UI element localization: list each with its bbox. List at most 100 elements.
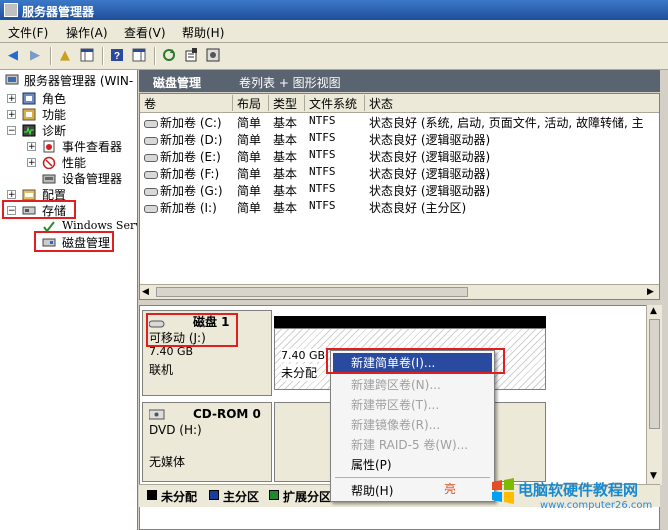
- collapse-storage-icon[interactable]: −: [7, 206, 16, 216]
- legend-extended: 扩展分区: [283, 490, 332, 504]
- tree-configuration[interactable]: 配置: [42, 186, 66, 203]
- scroll-right-icon[interactable]: ▶: [647, 287, 654, 297]
- scroll-thumb[interactable]: [156, 287, 468, 297]
- tree-event-viewer[interactable]: 事件查看器: [62, 138, 122, 155]
- layout-cell: 简单: [237, 133, 262, 147]
- tree-diagnostics[interactable]: 诊断: [42, 122, 66, 139]
- scroll-left-icon[interactable]: ◀: [142, 287, 149, 297]
- volume-name-cell: 新加卷 (C:): [144, 114, 222, 131]
- back-icon[interactable]: ◀: [4, 46, 22, 64]
- menu-bar: 文件(F) 操作(A) 查看(V) 帮助(H): [0, 20, 668, 43]
- context-menu-item[interactable]: 新建带区卷(T)...: [333, 395, 492, 415]
- vertical-scrollbar[interactable]: ▲ ▼: [646, 305, 662, 485]
- layout-cell: 简单: [237, 167, 262, 181]
- refresh-icon[interactable]: [160, 46, 178, 64]
- table-row[interactable]: 新加卷 (G:) 简单 基本 NTFS 状态良好 (逻辑驱动器): [140, 181, 659, 199]
- expand-roles-icon[interactable]: +: [7, 94, 16, 104]
- table-row[interactable]: 新加卷 (E:) 简单 基本 NTFS 状态良好 (逻辑驱动器): [140, 147, 659, 165]
- expand-event-viewer-icon[interactable]: +: [27, 142, 36, 152]
- expand-performance-icon[interactable]: +: [27, 158, 36, 168]
- layout-cell: 简单: [237, 184, 262, 198]
- disk1-info[interactable]: 磁盘 1 可移动 (J:) 7.40 GB 联机: [142, 310, 272, 396]
- tree-storage[interactable]: 存储: [42, 202, 66, 219]
- column-volume[interactable]: 卷: [140, 95, 233, 111]
- console-header: 磁盘管理 卷列表 + 图形视图: [139, 70, 660, 92]
- forward-icon[interactable]: ▶: [26, 46, 44, 64]
- view-mode-label[interactable]: 卷列表 + 图形视图: [239, 74, 341, 91]
- status-cell: 状态良好 (主分区): [369, 201, 467, 215]
- tree-roles[interactable]: 角色: [42, 90, 66, 107]
- table-row[interactable]: 新加卷 (F:) 简单 基本 NTFS 状态良好 (逻辑驱动器): [140, 164, 659, 181]
- show-hide-tree-icon[interactable]: [78, 46, 96, 64]
- table-row[interactable]: 新加卷 (D:) 简单 基本 NTFS 状态良好 (逻辑驱动器): [140, 130, 659, 147]
- app-icon: [4, 3, 18, 17]
- tree-device-manager[interactable]: 设备管理器: [62, 170, 122, 187]
- type-cell: 基本: [273, 133, 298, 147]
- context-menu-item[interactable]: 属性(P): [333, 455, 492, 475]
- fs-cell: NTFS: [309, 114, 336, 127]
- table-row[interactable]: 新加卷 (I:) 简单 基本 NTFS 状态良好 (主分区): [140, 198, 659, 216]
- status-cell: 状态良好 (逻辑驱动器): [369, 167, 491, 181]
- properties-icon[interactable]: [182, 46, 200, 64]
- status-cell: 状态良好 (系统, 启动, 页面文件, 活动, 故障转储, 主: [369, 116, 644, 130]
- context-menu-item[interactable]: 新建跨区卷(N)...: [333, 375, 492, 395]
- disk1-kind: 可移动 (J:): [149, 331, 206, 345]
- cdrom-info[interactable]: CD-ROM 0 DVD (H:) 无媒体: [142, 402, 272, 482]
- column-header-row: 卷 布局 类型 文件系统 状态: [140, 94, 659, 113]
- context-menu-item[interactable]: 新建简单卷(I)...: [333, 353, 492, 373]
- layout-cell: 简单: [237, 201, 262, 215]
- menu-action[interactable]: 操作(A): [66, 24, 108, 41]
- horizontal-scrollbar[interactable]: ◀ ▶: [140, 284, 659, 299]
- tree-windows-backup[interactable]: Windows Serv: [62, 219, 137, 232]
- configuration-icon: [22, 188, 36, 201]
- vertical-scroll-thumb[interactable]: [649, 319, 660, 429]
- column-status[interactable]: 状态: [365, 95, 659, 111]
- disk1-name: 磁盘 1: [193, 315, 230, 329]
- layout-cell: 简单: [237, 150, 262, 164]
- features-icon: [22, 108, 36, 121]
- roles-icon: [22, 92, 36, 105]
- diagnostics-icon: [22, 124, 36, 137]
- watermark-brand: 电脑软硬件教程网: [518, 481, 639, 499]
- expand-features-icon[interactable]: +: [7, 110, 16, 120]
- column-file-system[interactable]: 文件系统: [305, 95, 365, 111]
- windows-logo-icon: [490, 478, 516, 507]
- context-menu-item[interactable]: 新建镜像卷(R)...: [333, 415, 492, 435]
- tree-performance[interactable]: 性能: [62, 154, 86, 171]
- cdrom-name: CD-ROM 0: [193, 407, 261, 421]
- status-cell: 状态良好 (逻辑驱动器): [369, 184, 491, 198]
- volume-icon: [144, 187, 158, 196]
- column-type[interactable]: 类型: [269, 95, 305, 111]
- volume-icon: [144, 136, 158, 145]
- volume-icon: [144, 119, 158, 128]
- settings-icon[interactable]: [204, 46, 222, 64]
- menu-file[interactable]: 文件(F): [8, 24, 48, 41]
- tree-disk-management[interactable]: 磁盘管理: [62, 234, 110, 251]
- scroll-up-icon[interactable]: ▲: [650, 306, 657, 316]
- legend-extended-swatch: [269, 490, 279, 500]
- properties-view-icon[interactable]: [130, 46, 148, 64]
- volume-name-cell: 新加卷 (G:): [144, 182, 223, 199]
- fs-cell: NTFS: [309, 182, 336, 195]
- expand-configuration-icon[interactable]: +: [7, 190, 16, 200]
- table-row[interactable]: 新加卷 (C:) 简单 基本 NTFS 状态良好 (系统, 启动, 页面文件, 活动, …: [140, 113, 659, 131]
- context-menu-item[interactable]: 新建 RAID-5 卷(W)...: [333, 435, 492, 455]
- volume-name-cell: 新加卷 (I:): [144, 199, 217, 216]
- partition-size: 7.40 GB: [281, 349, 326, 362]
- help-icon[interactable]: ?: [108, 46, 126, 64]
- volume-icon: [144, 153, 158, 162]
- up-folder-icon[interactable]: ▲: [56, 46, 74, 64]
- volume-icon: [144, 204, 158, 213]
- svg-text:?: ?: [114, 51, 120, 62]
- tree-features[interactable]: 功能: [42, 106, 66, 123]
- collapse-diagnostics-icon[interactable]: −: [7, 126, 16, 136]
- volume-icon: [144, 170, 158, 179]
- event-viewer-icon: [42, 140, 56, 153]
- tree-server-manager[interactable]: 服务器管理器 (WIN-: [24, 72, 133, 89]
- type-cell: 基本: [273, 167, 298, 181]
- column-layout[interactable]: 布局: [233, 95, 269, 111]
- menu-view[interactable]: 查看(V): [124, 24, 166, 41]
- volume-name-cell: 新加卷 (E:): [144, 148, 221, 165]
- legend-unallocated: 未分配: [161, 490, 198, 504]
- menu-help[interactable]: 帮助(H): [182, 24, 224, 41]
